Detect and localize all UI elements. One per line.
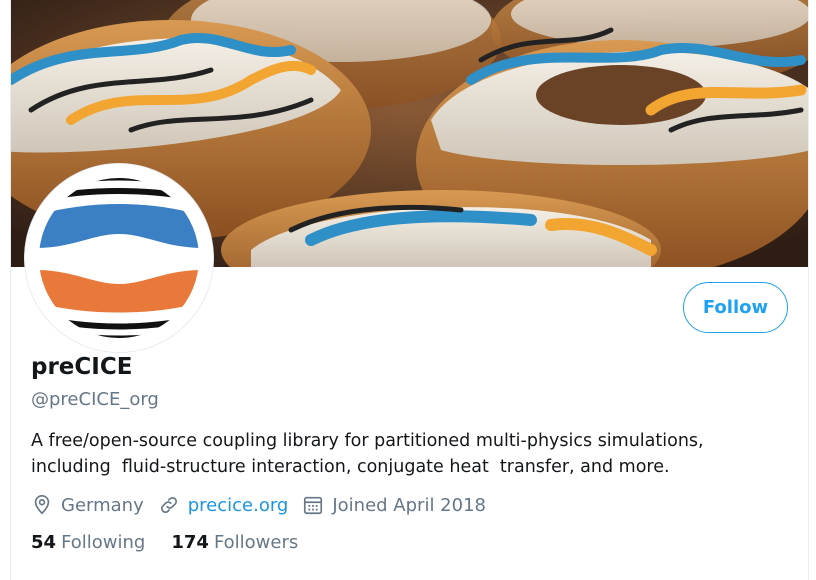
- joined-text: Joined April 2018: [332, 494, 486, 516]
- joined-item: Joined April 2018: [302, 494, 486, 516]
- precice-logo-icon: [39, 178, 199, 338]
- following-label: Following: [61, 532, 146, 553]
- bio-line: A free/open-source coupling library for …: [31, 431, 704, 451]
- following-count: 54: [31, 532, 57, 553]
- profile-handle: @preCICE_org: [31, 389, 159, 410]
- location-pin-icon: [31, 494, 53, 516]
- location-text: Germany: [61, 494, 144, 516]
- profile-avatar[interactable]: [25, 164, 213, 352]
- location-item: Germany: [31, 494, 144, 516]
- profile-stats: 54 Following 174 Followers: [31, 532, 324, 553]
- followers-label: Followers: [213, 532, 299, 553]
- calendar-icon: [302, 494, 324, 516]
- website-link[interactable]: precice.org: [188, 495, 289, 516]
- follow-button[interactable]: Follow: [683, 282, 788, 333]
- followers-count: 174: [171, 532, 209, 553]
- website-item: precice.org: [158, 494, 289, 516]
- profile-bio: A free/open-source coupling library for …: [31, 428, 771, 480]
- profile-name: preCICE: [31, 354, 133, 380]
- link-icon: [158, 494, 180, 516]
- profile-meta: Germany precice.org Joined April 2018: [31, 492, 500, 518]
- bio-line: including fluid-structure interaction, c…: [31, 457, 670, 477]
- following-stat[interactable]: 54 Following: [31, 532, 145, 553]
- followers-stat[interactable]: 174 Followers: [171, 532, 298, 553]
